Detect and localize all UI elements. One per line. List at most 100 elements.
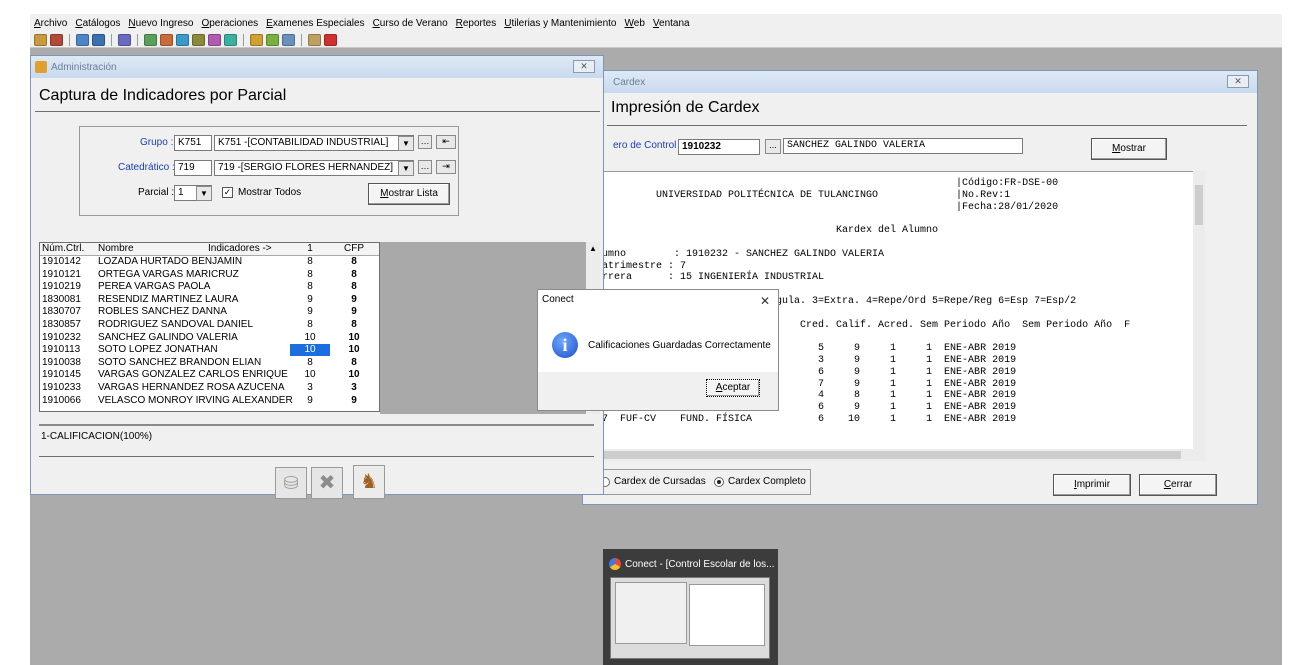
taskbar-preview[interactable]: Conect - [Control Escolar de los...: [603, 549, 778, 665]
grupo-action-icon[interactable]: ⇤: [436, 135, 456, 149]
catedratico-action-icon[interactable]: ⇥: [436, 160, 456, 174]
mostrar-todos-checkbox[interactable]: ✓: [222, 187, 233, 198]
menu-examenes-especiales[interactable]: Examenes Especiales: [266, 18, 364, 29]
cell-cfp: 8: [351, 268, 357, 280]
report-vertical-scroll-thumb[interactable]: [1195, 185, 1203, 225]
tools-icon[interactable]: [192, 33, 205, 46]
report-horizontal-scroll-thumb[interactable]: [591, 451, 1181, 459]
cell-partial-1[interactable]: 9: [290, 395, 330, 407]
menu-catalogos[interactable]: Catálogos: [75, 18, 120, 29]
footer-rule: [39, 424, 594, 426]
cell-ctrl: 1830857: [42, 319, 81, 330]
mostrar-button[interactable]: Mostrar: [1091, 138, 1167, 160]
cardex-heading-divider: [607, 125, 1247, 126]
grupo-code-input[interactable]: K751: [174, 135, 212, 151]
report-line: arrera : 15 INGENIERÍA INDUSTRIAL: [596, 272, 825, 284]
table-row[interactable]: 1910233 VARGAS HERNANDEZ ROSA AZUCENA 3 3: [40, 382, 379, 395]
exit-button[interactable]: ♞: [353, 465, 385, 499]
teachers-icon[interactable]: [50, 33, 63, 46]
scroll-up-icon[interactable]: ▲: [589, 244, 597, 253]
mostrar-lista-button[interactable]: Mostrar Lista: [368, 183, 450, 205]
grupo-select[interactable]: K751 -[CONTABILIDAD INDUSTRIAL]: [214, 135, 414, 151]
window-icon[interactable]: [76, 33, 89, 46]
cell-partial-1[interactable]: 10: [290, 344, 330, 357]
menu-archivo[interactable]: Archivo: [34, 18, 67, 29]
dialog-footer: Aceptar: [538, 372, 778, 410]
menu-operaciones[interactable]: Operaciones: [201, 18, 258, 29]
cell-partial-1[interactable]: 9: [290, 306, 330, 318]
settings-icon[interactable]: [224, 33, 237, 46]
grades-grid[interactable]: Núm.Ctrl. Nombre Indicadores -> 1 CFP 19…: [39, 242, 380, 412]
menu-bar: Archivo Catálogos Nuevo Ingreso Operacio…: [30, 14, 1282, 32]
edit-icon[interactable]: [118, 33, 131, 46]
refresh-icon[interactable]: [266, 33, 279, 46]
radio-completo-label: Cardex Completo: [728, 476, 806, 487]
cerrar-button[interactable]: Cerrar: [1139, 474, 1217, 496]
report-vertical-scrollbar[interactable]: [1193, 171, 1205, 461]
parcial-dropdown-arrow[interactable]: ▼: [196, 186, 212, 201]
table-row[interactable]: 1910066 VELASCO MONROY IRVING ALEXANDER 9 9: [40, 395, 379, 408]
table-row[interactable]: 1910145 VARGAS GONZALEZ CARLOS ENRIQUE 10 1…: [40, 369, 379, 382]
cell-partial-1[interactable]: 8: [290, 256, 330, 268]
menu-reportes[interactable]: Reportes: [456, 18, 497, 29]
browse-student-button[interactable]: ...: [765, 139, 781, 154]
cell-name: SOTO LOPEZ JONATHAN: [98, 344, 218, 356]
catedratico-code-input[interactable]: 719: [174, 160, 212, 176]
admin-window-title: Administración: [51, 61, 117, 73]
table-row[interactable]: 1830857 RODRIGUEZ SANDOVAL DANIEL 8 8: [40, 319, 379, 332]
report-horizontal-scrollbar[interactable]: [591, 449, 1203, 461]
cell-partial-1[interactable]: 10: [290, 369, 330, 381]
cell-cfp: 8: [351, 281, 357, 293]
window2-icon[interactable]: [92, 33, 105, 46]
catedratico-browse-button[interactable]: …: [418, 160, 432, 174]
exit-icon[interactable]: [324, 33, 337, 46]
cell-partial-1[interactable]: 8: [290, 357, 330, 369]
menu-ventana[interactable]: Ventana: [653, 18, 690, 29]
cell-name: VARGAS HERNANDEZ ROSA AZUCENA: [98, 382, 285, 393]
table-row[interactable]: 1910121 ORTEGA VARGAS MARICRUZ 8 8: [40, 269, 379, 282]
table-row[interactable]: 1910113 SOTO LOPEZ JONATHAN 10 10: [40, 344, 379, 357]
catedratico-dropdown-arrow[interactable]: ▼: [398, 161, 414, 176]
radio-completo[interactable]: [714, 477, 724, 487]
cell-partial-1[interactable]: 3: [290, 382, 330, 394]
menu-utilerias[interactable]: Utilerias y Mantenimiento: [504, 18, 616, 29]
catedratico-label: Catedrático :: [118, 162, 175, 173]
table-row[interactable]: 1830081 RESENDIZ MARTINEZ LAURA 9 9: [40, 294, 379, 307]
table-row[interactable]: 1830707 ROBLES SANCHEZ DANNA 9 9: [40, 306, 379, 319]
aceptar-button[interactable]: Aceptar: [706, 379, 760, 397]
grupo-dropdown-arrow[interactable]: ▼: [398, 136, 414, 151]
key-icon[interactable]: [308, 33, 321, 46]
cardex-close-button[interactable]: ✕: [1227, 75, 1249, 88]
chart-icon[interactable]: [176, 33, 189, 46]
menu-curso-de-verano[interactable]: Curso de Verano: [373, 18, 448, 29]
control-number-input[interactable]: 1910232: [678, 139, 760, 155]
table-row[interactable]: 1910142 LOZADA HURTADO BENJAMIN 8 8: [40, 256, 379, 269]
cell-partial-1[interactable]: 10: [290, 332, 330, 344]
cell-cfp: 10: [348, 344, 360, 356]
cell-partial-1[interactable]: 8: [290, 269, 330, 281]
catedratico-select[interactable]: 719 -[SERGIO FLORES HERNANDEZ]: [214, 160, 414, 176]
cell-partial-1[interactable]: 8: [290, 319, 330, 331]
students-icon[interactable]: [34, 33, 47, 46]
grupo-browse-button[interactable]: …: [418, 135, 432, 149]
menu-nuevo-ingreso[interactable]: Nuevo Ingreso: [128, 18, 193, 29]
cell-ctrl: 1910121: [42, 268, 81, 280]
dialog-close-button[interactable]: ✕: [760, 294, 770, 308]
book-icon[interactable]: [160, 33, 173, 46]
control-number-label: ero de Control: [613, 140, 677, 151]
table-row[interactable]: 1910219 PEREA VARGAS PAOLA 8 8: [40, 281, 379, 294]
save-grades-button[interactable]: ⛁: [275, 467, 307, 499]
cell-cfp: 3: [351, 382, 357, 393]
report-icon[interactable]: [282, 33, 295, 46]
table-row[interactable]: 1910038 SOTO SANCHEZ BRANDON ELIAN 8 8: [40, 357, 379, 370]
admin-close-button[interactable]: ✕: [573, 60, 595, 73]
imprimir-button[interactable]: Imprimir: [1053, 474, 1131, 496]
print-icon[interactable]: [208, 33, 221, 46]
cancel-button[interactable]: ✖: [311, 467, 343, 499]
cell-partial-1[interactable]: 8: [290, 281, 330, 293]
users-icon[interactable]: [144, 33, 157, 46]
table-row[interactable]: 1910232 SANCHEZ GALINDO VALERIA 10 10: [40, 332, 379, 345]
cell-partial-1[interactable]: 9: [290, 294, 330, 306]
group-icon[interactable]: [250, 33, 263, 46]
menu-web[interactable]: Web: [625, 18, 645, 29]
